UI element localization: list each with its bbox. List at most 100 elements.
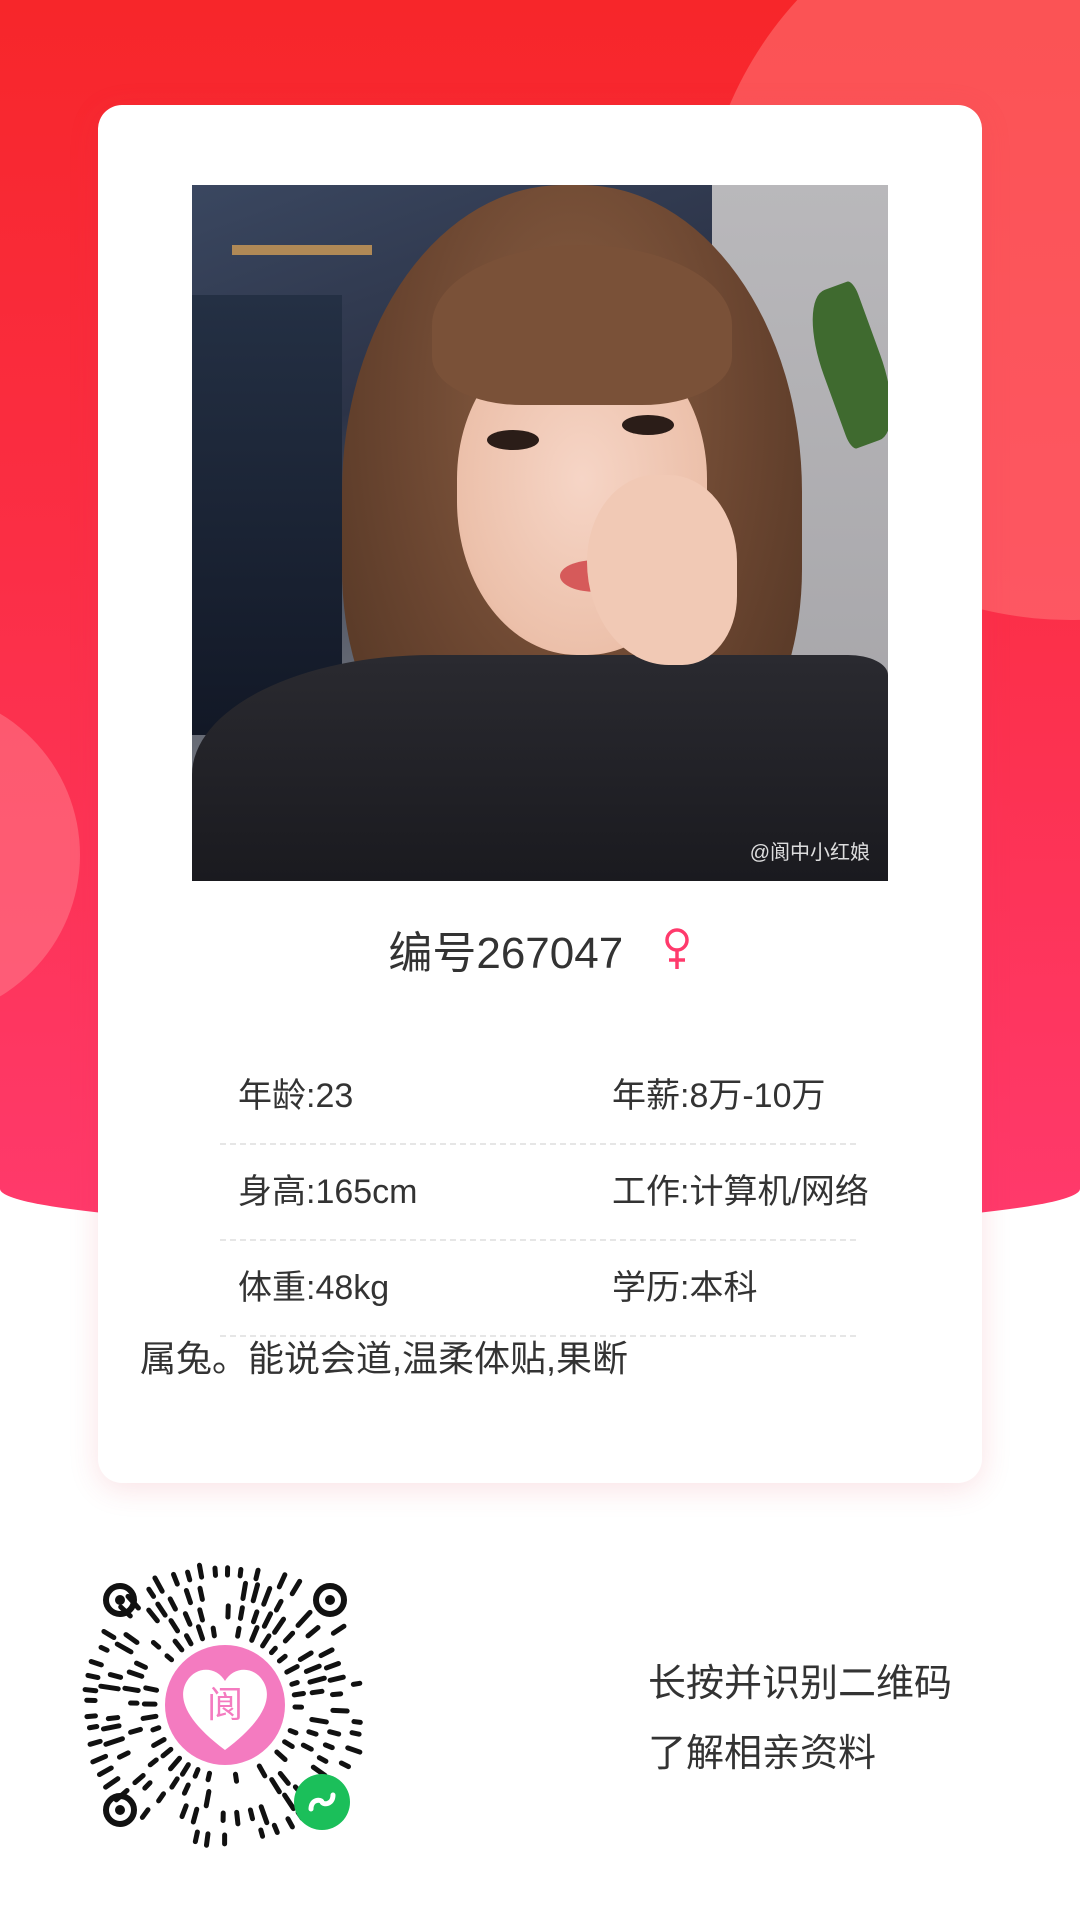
qr-tick — [172, 1638, 185, 1653]
info-age: 年龄:23 — [238, 1077, 354, 1115]
qr-tick — [345, 1745, 363, 1755]
qr-tick — [126, 1669, 145, 1679]
qr-tick — [284, 1664, 300, 1675]
qr-tick — [167, 1596, 178, 1612]
qr-tick — [258, 1804, 270, 1826]
qr-tick — [122, 1685, 141, 1694]
qr-tick — [210, 1625, 217, 1639]
qr-tick — [300, 1742, 314, 1752]
qr-tick — [330, 1707, 350, 1714]
qr-tick — [181, 1782, 191, 1796]
qr-tick — [183, 1633, 194, 1647]
info-row-1: 年龄:23 年薪:8万-10万 — [220, 1049, 856, 1145]
qr-tick — [155, 1601, 168, 1618]
qr-tick — [232, 1771, 240, 1784]
info-job: 工作:计算机/网络 — [612, 1173, 869, 1211]
qr-tick — [303, 1663, 322, 1674]
qr-tick — [261, 1611, 274, 1629]
qr-tick — [114, 1641, 134, 1655]
qr-tick — [128, 1726, 143, 1735]
photo-eye-right — [622, 415, 674, 435]
qr-tick — [253, 1567, 261, 1582]
qr-tick — [350, 1680, 363, 1687]
info-salary: 年薪:8万-10万 — [612, 1077, 826, 1115]
female-symbol-icon — [664, 928, 689, 969]
qr-tick — [103, 1736, 125, 1747]
qr-tick — [88, 1659, 104, 1668]
qr-tick — [282, 1739, 295, 1750]
qr-tick — [98, 1683, 121, 1692]
qr-tick — [351, 1719, 363, 1725]
qr-tick — [269, 1777, 282, 1795]
qr-tick — [273, 1598, 284, 1613]
qr-tick — [179, 1803, 189, 1820]
cta-line-1: 长按并识别二维码 — [648, 1663, 953, 1705]
qr-tick — [98, 1644, 110, 1653]
qr-tick — [197, 1607, 205, 1623]
qr-tick — [237, 1566, 244, 1579]
qr-tick — [123, 1632, 140, 1645]
qr-tick — [86, 1724, 100, 1731]
qr-tick — [84, 1713, 98, 1720]
qr-tick — [107, 1672, 124, 1680]
qr-tick — [237, 1605, 245, 1621]
qr-tick — [258, 1827, 266, 1839]
qr-tick — [196, 1562, 205, 1580]
qr-tick — [322, 1742, 335, 1751]
profile-photo[interactable]: @阆中小红娘 — [192, 185, 888, 881]
qr-tick — [82, 1687, 99, 1694]
qr-tick — [289, 1680, 300, 1687]
qr-tick — [276, 1653, 288, 1664]
qr-tick — [316, 1755, 329, 1764]
qr-tick — [285, 1816, 295, 1830]
qr-tick — [274, 1749, 288, 1763]
qr-tick — [182, 1611, 193, 1627]
photo-shelf — [232, 245, 372, 255]
qr-tick — [185, 1569, 193, 1583]
qr-tick — [305, 1625, 321, 1639]
info-row-3: 体重:48kg 学历:本科 — [220, 1241, 856, 1337]
qr-tick — [272, 1616, 287, 1635]
qr-tick — [168, 1755, 183, 1772]
qr-tick — [146, 1586, 157, 1599]
qr-tick — [289, 1578, 303, 1597]
qr-finder-dot — [115, 1805, 125, 1815]
qr-tick — [150, 1639, 162, 1650]
qr-tick — [90, 1753, 109, 1765]
qr-tick — [164, 1653, 175, 1663]
qr-tick — [105, 1715, 121, 1722]
qr-tick — [101, 1628, 117, 1641]
profile-card: @阆中小红娘 编号267047 年龄:23 年薪:8万-10万 身高:165cm… — [98, 105, 982, 1483]
qr-tick — [156, 1791, 167, 1804]
qr-tick — [295, 1609, 313, 1628]
qr-tick — [143, 1685, 160, 1693]
profile-title: 编号267047 — [98, 917, 982, 981]
qr-tick — [87, 1738, 103, 1747]
photo-bangs — [432, 245, 732, 405]
qr-tick — [327, 1729, 342, 1737]
qr-tick — [235, 1625, 242, 1639]
qr-tick — [179, 1762, 191, 1777]
qr-tick — [212, 1565, 218, 1578]
info-weight: 体重:48kg — [238, 1269, 390, 1307]
qr-tick — [169, 1776, 180, 1790]
qr-tick — [291, 1691, 306, 1698]
qr-tick — [151, 1737, 167, 1748]
qr-tick — [85, 1672, 101, 1681]
qr-tick — [139, 1807, 151, 1820]
qr-tick — [327, 1674, 346, 1683]
qr-logo-char: 阆 — [207, 1685, 243, 1726]
photo-watermark: @阆中小红娘 — [749, 842, 870, 864]
qr-tick — [205, 1770, 213, 1783]
qr-tick — [103, 1776, 121, 1790]
profile-description: 属兔。能说会道,温柔体贴,果断 — [140, 1338, 629, 1379]
qr-code[interactable]: 阆 — [75, 1555, 375, 1855]
qr-finder-dot — [325, 1595, 335, 1605]
qr-tick — [268, 1645, 278, 1656]
qr-tick — [260, 1633, 272, 1649]
qr-finder-dot — [115, 1595, 125, 1605]
qr-tick — [297, 1650, 314, 1662]
qr-tick — [287, 1728, 299, 1736]
qr-tick — [183, 1587, 193, 1606]
qr-tick — [195, 1624, 206, 1642]
